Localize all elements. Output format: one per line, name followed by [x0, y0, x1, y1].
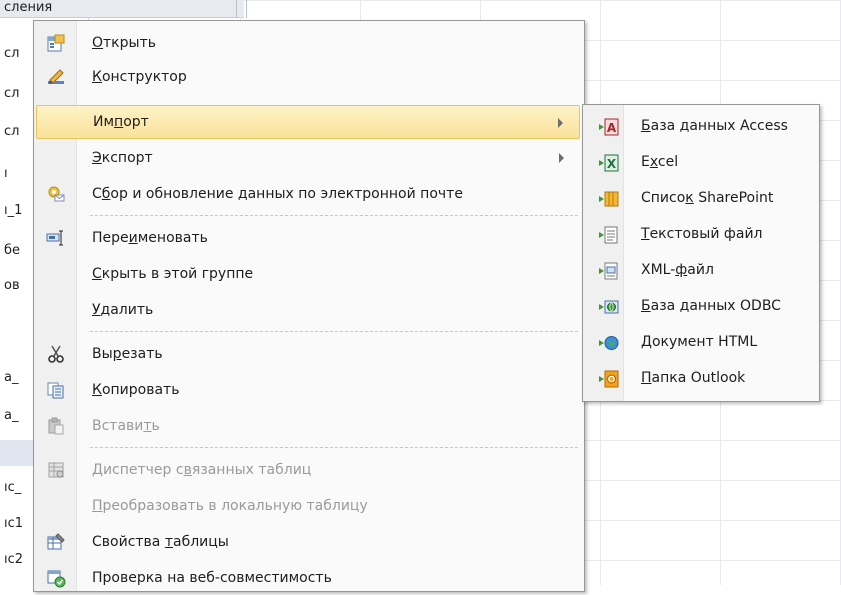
submenu-item-text-file[interactable]: Текстовый файл — [585, 217, 817, 253]
xml-file-icon — [599, 262, 619, 280]
menu-item-label: Вырезать — [92, 346, 163, 362]
submenu-item-excel[interactable]: X Excel — [585, 145, 817, 181]
menu-item-label: Диспетчер связанных таблиц — [92, 462, 312, 478]
menu-item-export[interactable]: Экспорт — [36, 141, 580, 175]
menu-item-delete[interactable]: Удалить — [36, 293, 580, 327]
menu-item-label: Свойства таблицы — [92, 534, 229, 550]
menu-item-collect-email[interactable]: Сбор и обновление данных по электронной … — [36, 177, 580, 211]
menu-item-label: Конструктор — [92, 69, 187, 85]
menu-item-hide[interactable]: Скрыть в этой группе — [36, 257, 580, 291]
menu-item-label: Вставить — [92, 418, 160, 434]
menu-item-table-properties[interactable]: Свойства таблицы — [36, 525, 580, 559]
rename-icon — [46, 228, 66, 248]
web-compat-icon — [46, 568, 66, 588]
submenu-item-label: XML-файл — [641, 262, 714, 278]
menu-item-rename[interactable]: Переименовать — [36, 221, 580, 255]
submenu-item-label: Документ HTML — [641, 334, 758, 350]
submenu-item-label: База данных ODBC — [641, 298, 781, 314]
linked-table-icon — [46, 460, 66, 480]
svg-text:X: X — [607, 157, 617, 171]
menu-item-linked-table-manager[interactable]: Диспетчер связанных таблиц — [36, 453, 580, 487]
excel-icon: X — [599, 154, 619, 172]
odbc-db-icon — [599, 298, 619, 316]
menu-item-design[interactable]: Конструктор — [36, 60, 580, 94]
design-view-icon — [46, 67, 66, 87]
menu-item-label: Открыть — [92, 35, 156, 51]
scissors-icon — [46, 344, 66, 364]
submenu-item-label: Текстовый файл — [641, 226, 763, 242]
menu-separator — [90, 215, 578, 216]
submenu-item-label: Список SharePoint — [641, 190, 774, 206]
menu-item-open[interactable]: Открыть — [36, 26, 580, 60]
html-doc-icon — [599, 334, 619, 352]
menu-item-label: Копировать — [92, 382, 180, 398]
table-properties-icon — [46, 532, 66, 552]
menu-item-label: Преобразовать в локальную таблицу — [92, 498, 368, 514]
submenu-item-label: Excel — [641, 154, 679, 170]
submenu-item-label: База данных Access — [641, 118, 788, 134]
submenu-item-label: Папка Outlook — [641, 370, 746, 386]
menu-item-label: Проверка на веб-совместимость — [92, 570, 332, 586]
paste-icon — [46, 416, 66, 436]
menu-item-label: Сбор и обновление данных по электронной … — [92, 186, 463, 202]
submenu-item-access[interactable]: A База данных Access — [585, 109, 817, 145]
sharepoint-list-icon — [599, 190, 619, 208]
menu-item-cut[interactable]: Вырезать — [36, 337, 580, 371]
menu-separator — [90, 331, 578, 332]
open-form-icon — [46, 33, 66, 53]
text-file-icon — [599, 226, 619, 244]
outlook-folder-icon — [599, 370, 619, 388]
grid-column-divider — [246, 0, 247, 18]
submenu-arrow-icon — [558, 118, 563, 128]
menu-separator — [90, 447, 578, 448]
submenu-item-sharepoint[interactable]: Список SharePoint — [585, 181, 817, 217]
submenu-item-outlook[interactable]: Папка Outlook — [585, 361, 817, 397]
menu-item-label: Скрыть в этой группе — [92, 266, 254, 282]
import-submenu: A База данных Access X Excel Список Shar… — [582, 104, 820, 402]
menu-item-paste[interactable]: Вставить — [36, 409, 580, 443]
grid-column-divider — [236, 0, 237, 18]
svg-text:A: A — [607, 121, 617, 135]
submenu-item-xml[interactable]: XML-файл — [585, 253, 817, 289]
menu-item-copy[interactable]: Копировать — [36, 373, 580, 407]
menu-item-label: Экспорт — [92, 150, 153, 166]
menu-item-label: Удалить — [92, 302, 154, 318]
submenu-arrow-icon — [559, 153, 564, 163]
menu-item-label: Импорт — [93, 114, 149, 130]
context-menu: Открыть Конструктор Импорт Экспорт Сбор … — [33, 20, 585, 592]
submenu-item-odbc[interactable]: База данных ODBC — [585, 289, 817, 325]
menu-item-web-compat[interactable]: Проверка на веб-совместимость — [36, 561, 580, 595]
email-collect-icon — [46, 184, 66, 204]
submenu-item-html[interactable]: Документ HTML — [585, 325, 817, 361]
menu-item-import[interactable]: Импорт — [36, 105, 580, 139]
nav-pane-header: сления — [0, 0, 244, 18]
menu-item-label: Переименовать — [92, 230, 208, 246]
copy-icon — [46, 380, 66, 400]
menu-item-convert-local[interactable]: Преобразовать в локальную таблицу — [36, 489, 580, 523]
access-db-icon: A — [599, 118, 619, 136]
